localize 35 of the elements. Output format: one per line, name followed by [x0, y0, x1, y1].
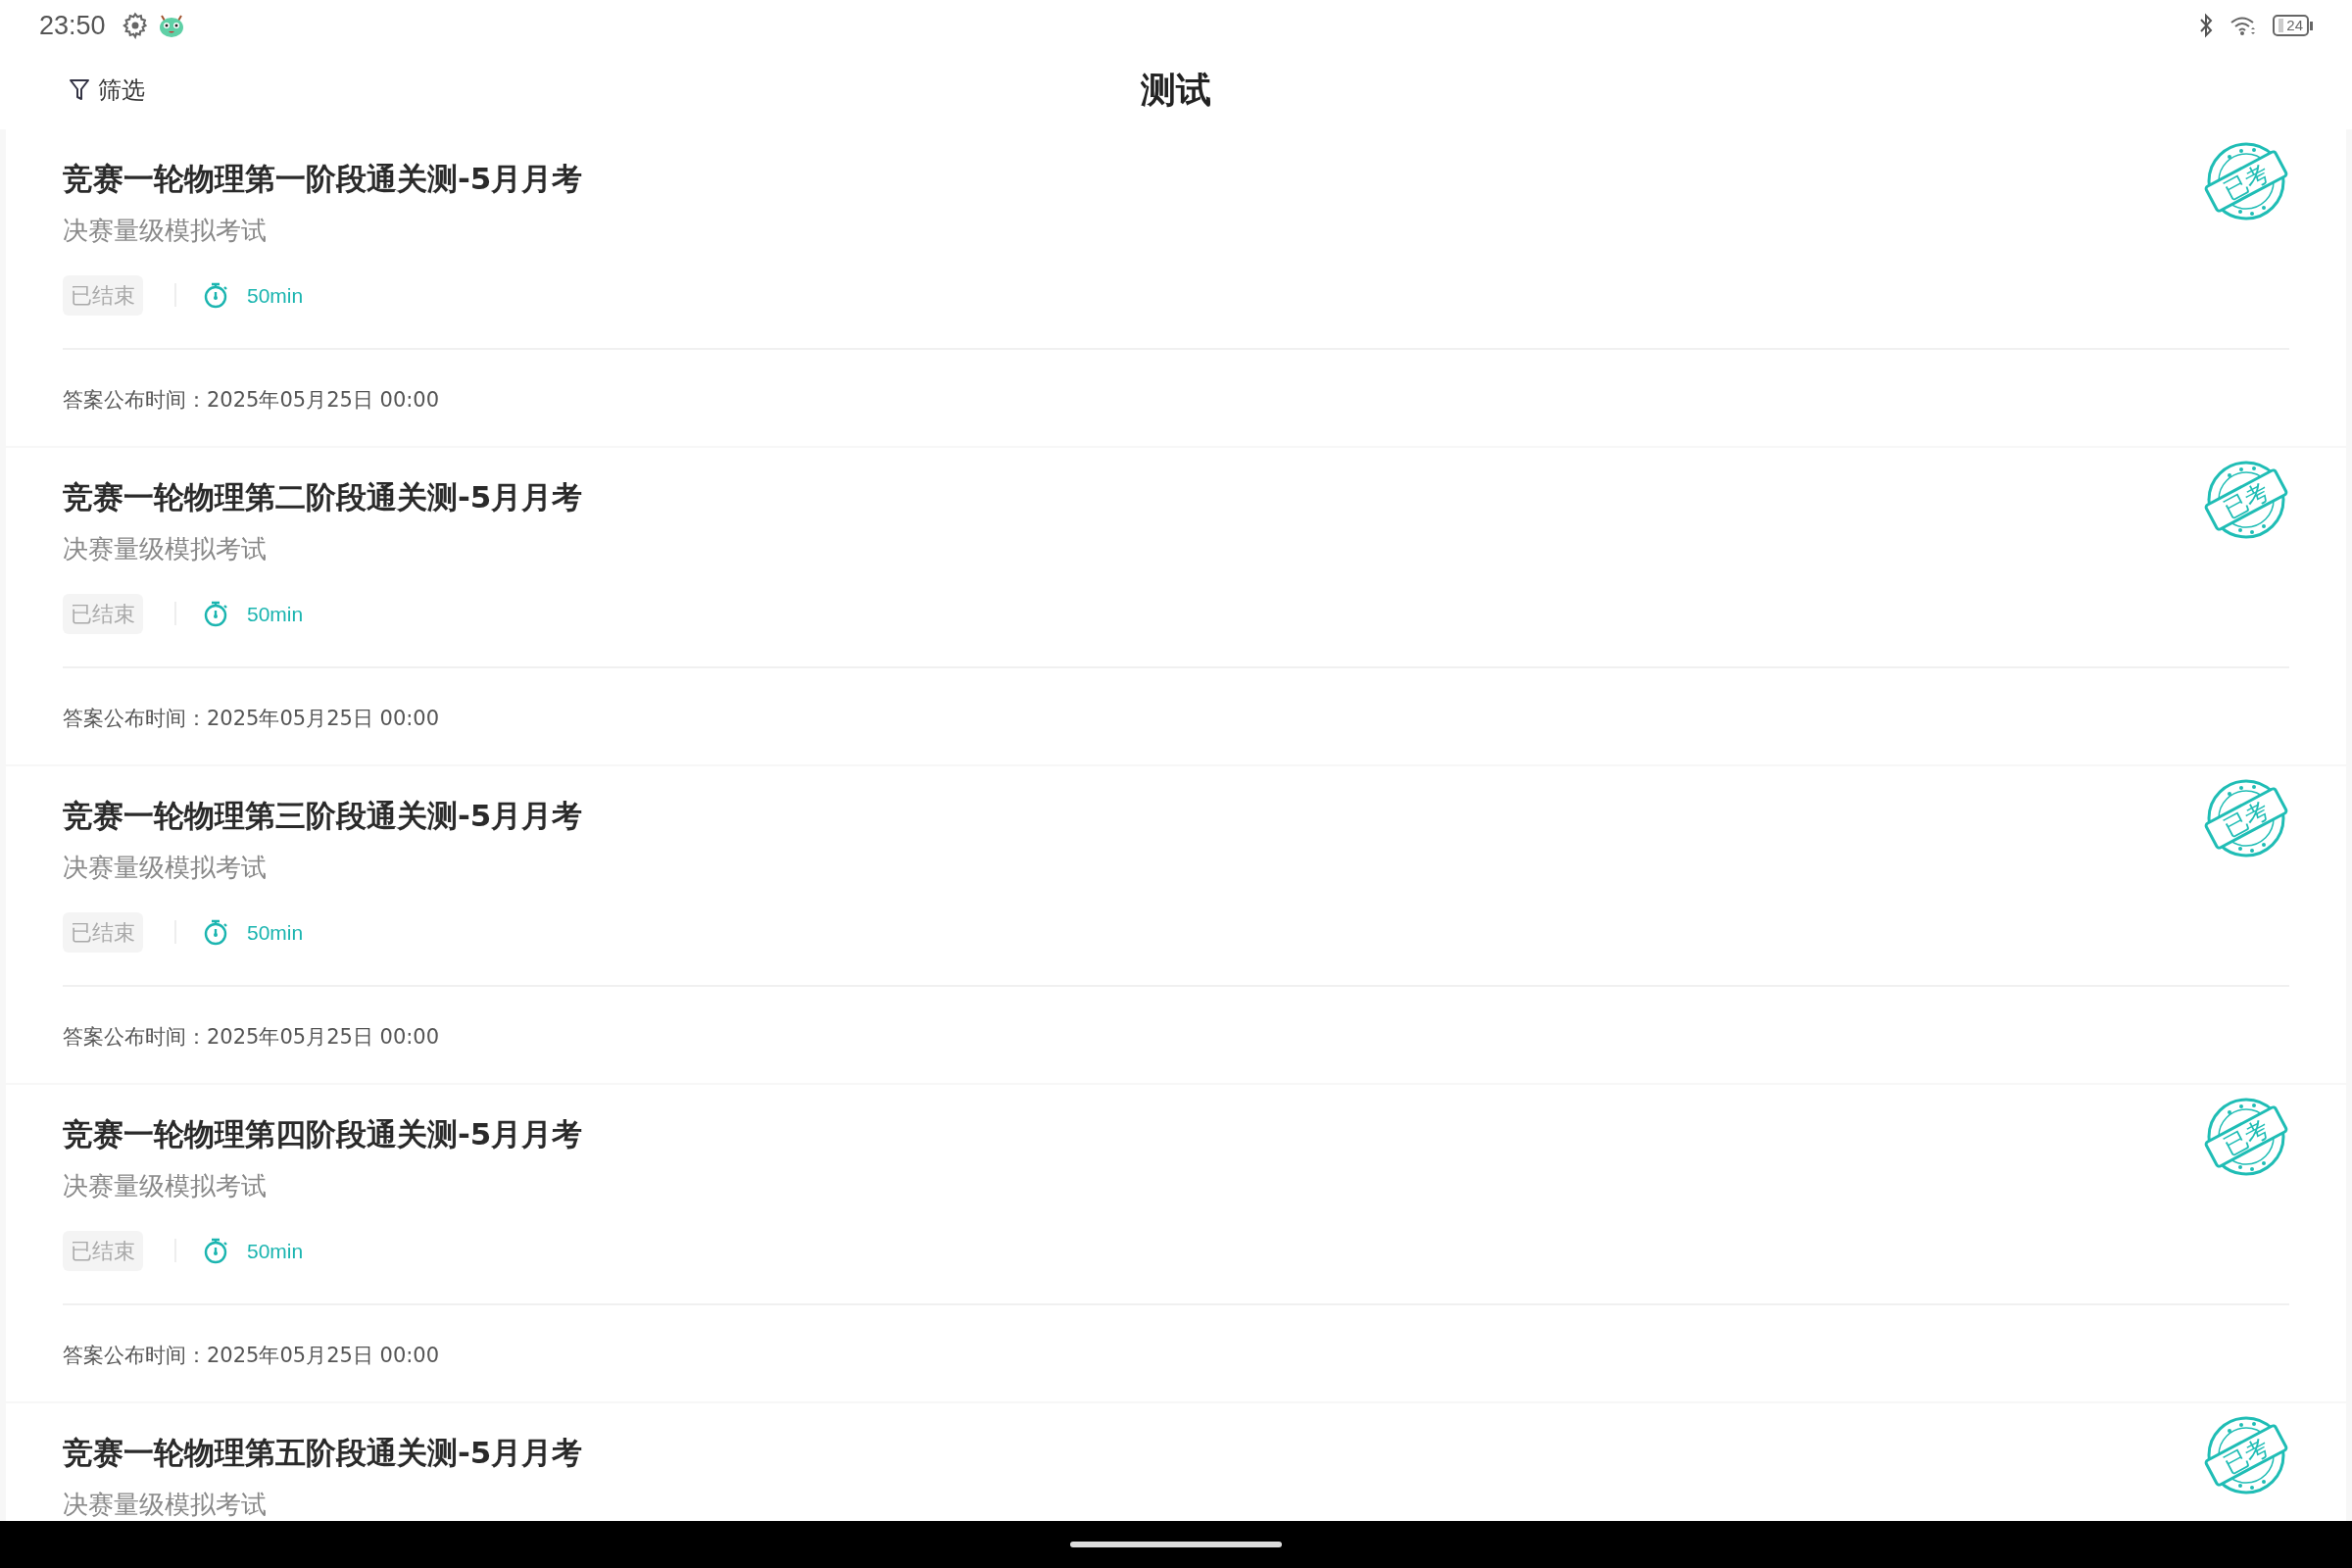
exam-title: 竞赛一轮物理第四阶段通关测-5月月考: [63, 1115, 583, 1153]
duration-label: 50min: [247, 919, 304, 946]
page-title: 测试: [1141, 69, 1211, 112]
exam-subtitle: 决赛量级模拟考试: [63, 1170, 267, 1203]
exam-card[interactable]: 竞赛一轮物理第四阶段通关测-5月月考 决赛量级模拟考试 已结束 50min 答案公布时间：2025年05月25日 00:00 已考: [6, 1085, 2346, 1401]
exam-title: 竞赛一轮物理第三阶段通关测-5月月考: [63, 797, 583, 835]
duration-label: 50min: [247, 1238, 304, 1264]
answer-release-time: 答案公布时间：2025年05月25日 00:00: [63, 387, 440, 415]
status-tag: 已结束: [63, 911, 143, 953]
answer-release-time: 答案公布时间：2025年05月25日 00:00: [63, 706, 440, 733]
answer-release-time: 答案公布时间：2025年05月25日 00:00: [63, 1343, 440, 1370]
exam-title: 竞赛一轮物理第五阶段通关测-5月月考: [63, 1434, 583, 1472]
exam-subtitle: 决赛量级模拟考试: [63, 1489, 267, 1521]
exam-subtitle: 决赛量级模拟考试: [63, 852, 267, 885]
answer-release-time: 答案公布时间：2025年05月25日 00:00: [63, 1024, 440, 1052]
exam-card[interactable]: 竞赛一轮物理第二阶段通关测-5月月考 决赛量级模拟考试 已结束 50min 答案公布时间：2025年05月25日 00:00 已考: [6, 448, 2346, 764]
duration-label: 50min: [247, 282, 304, 309]
status-tag: 已结束: [63, 1230, 143, 1271]
exam-card[interactable]: 竞赛一轮物理第五阶段通关测-5月月考 决赛量级模拟考试 已考: [6, 1403, 2346, 1521]
exam-subtitle: 决赛量级模拟考试: [63, 215, 267, 248]
status-time: 23:50: [39, 9, 106, 42]
exam-card[interactable]: 竞赛一轮物理第一阶段通关测-5月月考 决赛量级模拟考试 已结束 50min 答案公布时间：2025年05月25日 00:00 已考: [6, 129, 2346, 446]
exam-title: 竞赛一轮物理第二阶段通关测-5月月考: [63, 478, 583, 516]
exam-title: 竞赛一轮物理第一阶段通关测-5月月考: [63, 160, 583, 198]
duration-label: 50min: [247, 601, 304, 627]
filter-icon: [69, 78, 90, 102]
status-tag: 已结束: [63, 274, 143, 316]
filter-button[interactable]: 筛选: [69, 73, 145, 108]
exam-card[interactable]: 竞赛一轮物理第三阶段通关测-5月月考 决赛量级模拟考试 已结束 50min 答案公布时间：2025年05月25日 00:00 已考: [6, 766, 2346, 1083]
bluetooth-icon: [2198, 13, 2215, 38]
gear-icon: [121, 12, 149, 39]
wifi-icon: [2230, 15, 2258, 36]
status-tag: 已结束: [63, 593, 143, 634]
exam-subtitle: 决赛量级模拟考试: [63, 533, 267, 566]
home-indicator[interactable]: [1070, 1542, 1282, 1547]
